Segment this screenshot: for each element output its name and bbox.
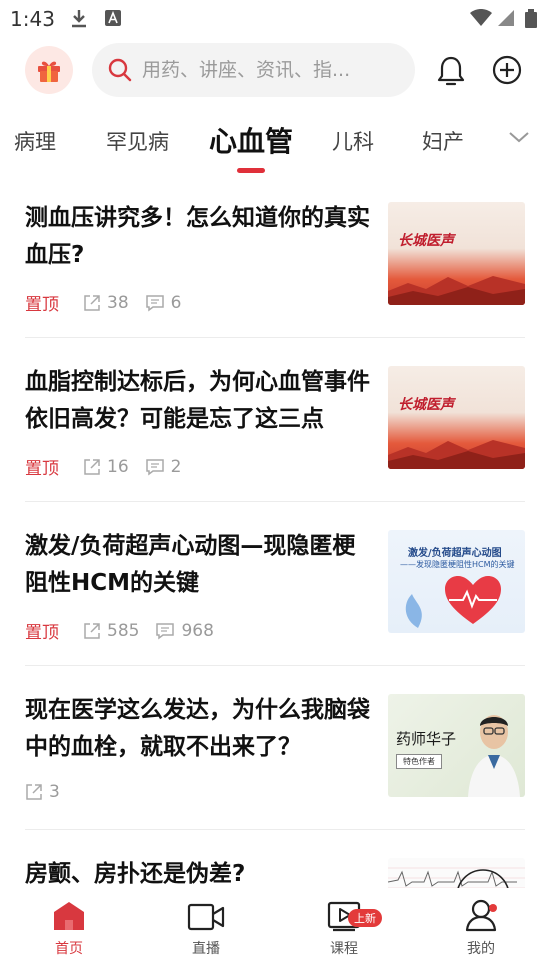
share-count: 3 (25, 782, 60, 802)
share-icon (84, 294, 100, 311)
comment-count: 968 (155, 621, 214, 641)
tab-pediatrics[interactable]: 儿科 (332, 126, 374, 156)
status-bar: 1:43 (0, 0, 550, 38)
share-count: 38 (83, 293, 129, 313)
pinned-label: 置顶 (25, 295, 59, 315)
heart-graphic (445, 576, 501, 624)
nav-course-label: 课程 (330, 941, 358, 957)
article-title: 现在医学这么发达，为什么我脑袋中的血栓，就取不出来了？ (25, 697, 370, 760)
nav-live[interactable]: 直播 (166, 896, 246, 958)
pinned-label: 置顶 (25, 459, 59, 479)
search-icon (108, 58, 132, 82)
chevron-down-icon[interactable] (508, 130, 530, 144)
bottom-navigation: 首页 直播 课程 上新 我的 (0, 888, 550, 979)
share-icon (26, 784, 42, 800)
tab-pathology[interactable]: 病理 (14, 126, 56, 156)
category-tabs: 病理 罕见病 心血管 儿科 妇产 (0, 108, 550, 174)
active-tab-indicator (237, 168, 265, 173)
cell-signal-icon (498, 10, 514, 26)
share-icon (84, 622, 100, 639)
share-icon (84, 458, 100, 475)
comment-count: 6 (145, 293, 181, 313)
nav-home[interactable]: 首页 (29, 896, 109, 958)
nav-profile[interactable]: 我的 (441, 896, 521, 958)
article-title: 血脂控制达标后，为何心血管事件依旧高发？可能是忘了这三点 (25, 369, 370, 432)
leaf-graphic (405, 594, 422, 628)
status-time: 1:43 (10, 7, 55, 31)
article-card[interactable]: 测血压讲究多！怎么知道你的真实血压? 置顶 38 6 长城医声 (0, 174, 550, 338)
article-thumbnail: 药师华子 特色作者 (388, 694, 525, 797)
nav-course[interactable]: 课程 上新 (304, 896, 384, 958)
share-count: 16 (83, 457, 129, 477)
pharmacist-portrait (468, 715, 520, 797)
nav-live-label: 直播 (192, 941, 220, 957)
article-title: 激发/负荷超声心动图—现隐匿梗阻性HCM的关键 (25, 533, 356, 596)
great-wall-graphic (388, 440, 525, 469)
wifi-icon (470, 9, 492, 26)
video-camera-icon (187, 903, 225, 931)
article-thumbnail: 长城医声 (388, 202, 525, 305)
comment-icon (156, 622, 175, 639)
pinned-label: 置顶 (25, 623, 59, 643)
comment-count: 2 (145, 457, 181, 477)
article-card[interactable]: 激发/负荷超声心动图—现隐匿梗阻性HCM的关键 置顶 585 968 激发/负荷… (0, 502, 550, 666)
article-thumbnail: 长城医声 (388, 366, 525, 469)
article-feed: 测血压讲究多！怎么知道你的真实血压? 置顶 38 6 长城医声 血脂控制达标后，… (0, 174, 550, 979)
gift-icon (38, 61, 60, 82)
home-icon (54, 902, 84, 930)
keyboard-a-icon (105, 10, 121, 26)
add-icon[interactable] (492, 55, 522, 85)
article-thumbnail: 激发/负荷超声心动图 ——发现隐匿梗阻性HCM的关键 (388, 530, 525, 633)
article-card[interactable]: 血脂控制达标后，为何心血管事件依旧高发？可能是忘了这三点 置顶 16 2 长城医… (0, 338, 550, 502)
notification-bell-icon[interactable] (436, 55, 466, 87)
tab-rare-disease[interactable]: 罕见病 (106, 126, 169, 156)
nav-home-label: 首页 (55, 941, 83, 957)
gift-button[interactable] (25, 46, 73, 94)
article-title: 测血压讲究多！怎么知道你的真实血压? (25, 205, 370, 268)
notification-dot (489, 904, 497, 912)
battery-icon (525, 9, 537, 28)
download-icon (72, 10, 86, 28)
nav-profile-label: 我的 (467, 941, 495, 957)
article-meta: 置顶 38 6 (25, 290, 197, 316)
search-input[interactable] (142, 59, 392, 81)
search-bar[interactable] (92, 43, 415, 97)
article-meta: 3 (25, 782, 76, 802)
comment-icon (145, 294, 164, 311)
new-badge: 上新 (348, 909, 382, 927)
tab-cardiovascular[interactable]: 心血管 (209, 120, 293, 160)
share-count: 585 (83, 621, 139, 641)
article-card[interactable]: 现在医学这么发达，为什么我脑袋中的血栓，就取不出来了？ 3 药师华子 特色作者 (0, 666, 550, 830)
tab-obstetrics[interactable]: 妇产 (422, 126, 464, 156)
comment-icon (145, 458, 164, 475)
article-meta: 置顶 585 968 (25, 618, 230, 644)
top-bar (0, 38, 550, 108)
great-wall-graphic (388, 276, 525, 305)
article-meta: 置顶 16 2 (25, 454, 197, 480)
